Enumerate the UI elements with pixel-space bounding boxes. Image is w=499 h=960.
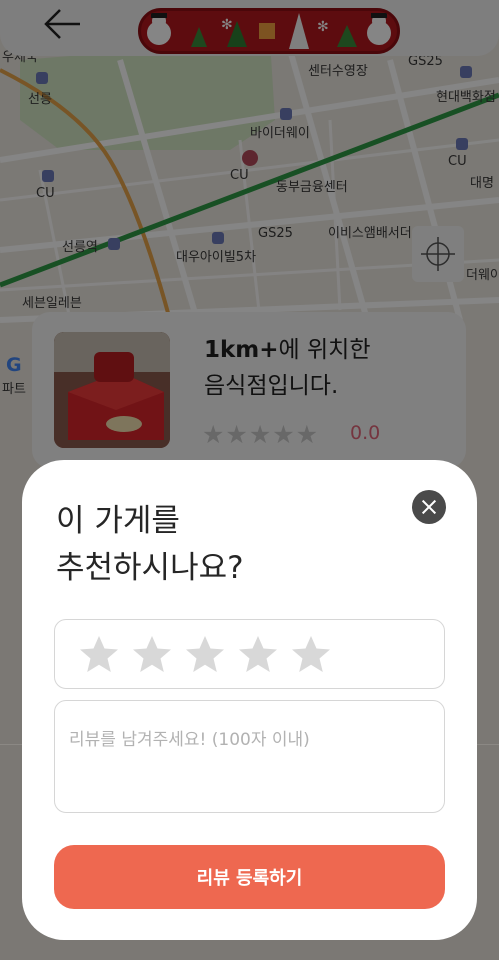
- star-icon: [239, 636, 277, 672]
- star-rating-input: [54, 619, 445, 689]
- review-modal: 이 가게를 추천하시나요? 리뷰 등록하기: [22, 460, 477, 940]
- close-button[interactable]: [412, 490, 446, 524]
- rating-star-1[interactable]: [75, 630, 123, 678]
- review-textarea[interactable]: [54, 700, 445, 813]
- rating-star-2[interactable]: [128, 630, 176, 678]
- star-icon: [133, 636, 171, 672]
- star-icon: [292, 636, 330, 672]
- rating-star-4[interactable]: [234, 630, 282, 678]
- submit-review-button[interactable]: 리뷰 등록하기: [54, 845, 445, 909]
- modal-title: 이 가게를 추천하시나요?: [56, 503, 244, 586]
- star-icon: [80, 636, 118, 672]
- rating-star-3[interactable]: [181, 630, 229, 678]
- star-icon: [186, 636, 224, 672]
- rating-star-5[interactable]: [287, 630, 335, 678]
